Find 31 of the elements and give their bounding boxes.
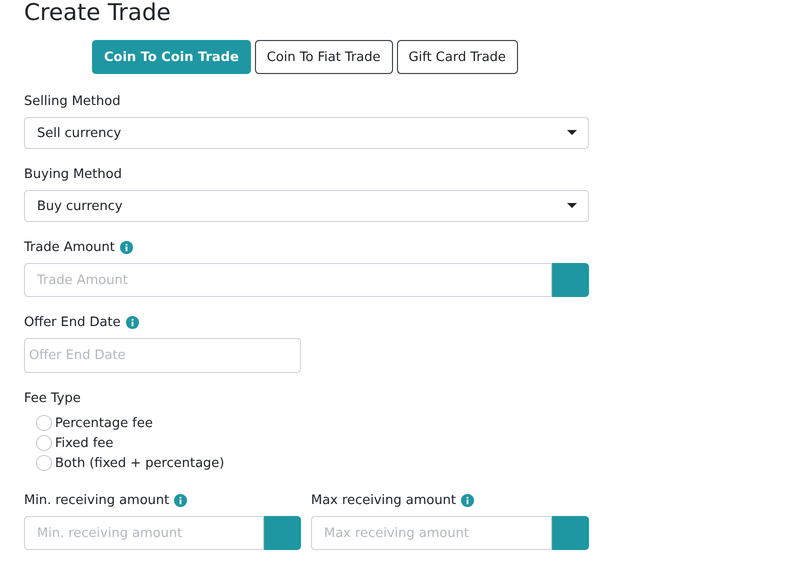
- field-label: Fee Type: [24, 390, 81, 406]
- min-receiving-input[interactable]: Min. receiving amount: [24, 516, 264, 550]
- info-icon[interactable]: [174, 494, 188, 506]
- page-title: Create Trade: [24, 0, 172, 26]
- currency-addon-button[interactable]: [264, 516, 301, 550]
- radio-button[interactable]: [36, 435, 52, 451]
- trade-type-tab[interactable]: Gift Card Trade: [396, 40, 518, 74]
- currency-addon-button[interactable]: [552, 263, 589, 297]
- field-label: Min. receiving amount: [24, 492, 170, 508]
- currency-addon-button[interactable]: [552, 516, 589, 550]
- radio-label[interactable]: Both (fixed + percentage): [55, 456, 224, 470]
- offer-end-date-input[interactable]: Offer End Date: [24, 338, 301, 373]
- caret-icon: [567, 130, 577, 136]
- field-label: Selling Method: [24, 94, 120, 108]
- field-label: Buying Method: [24, 166, 122, 182]
- info-icon[interactable]: [126, 316, 139, 328]
- field-label: Trade Amount: [24, 240, 115, 254]
- info-icon[interactable]: [460, 494, 474, 506]
- selling-method-select[interactable]: Sell currency: [24, 117, 589, 149]
- caret-icon: [567, 203, 577, 209]
- radio-label[interactable]: Percentage fee: [55, 416, 153, 430]
- info-icon[interactable]: [120, 240, 133, 254]
- radio-label[interactable]: Fixed fee: [55, 436, 114, 450]
- trade-amount-input[interactable]: Trade Amount: [24, 263, 552, 297]
- trade-type-tab[interactable]: Coin To Fiat Trade: [254, 40, 393, 74]
- radio-button[interactable]: [36, 415, 52, 431]
- radio-button[interactable]: [36, 455, 52, 471]
- buying-method-select[interactable]: Buy currency: [24, 190, 589, 222]
- field-label: Max receiving amount: [311, 492, 456, 508]
- max-receiving-input[interactable]: Max receiving amount: [311, 516, 552, 550]
- field-label: Offer End Date: [24, 314, 121, 330]
